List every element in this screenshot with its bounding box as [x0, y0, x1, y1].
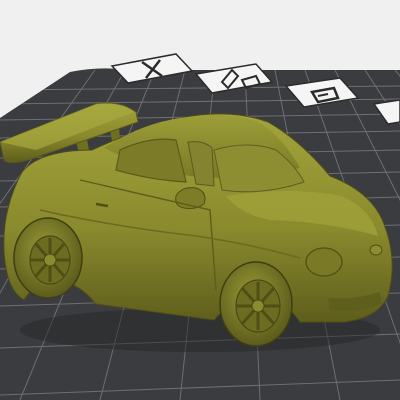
front-wheel [219, 261, 293, 347]
rear-wheel [13, 217, 83, 299]
3d-viewport[interactable] [0, 0, 400, 400]
